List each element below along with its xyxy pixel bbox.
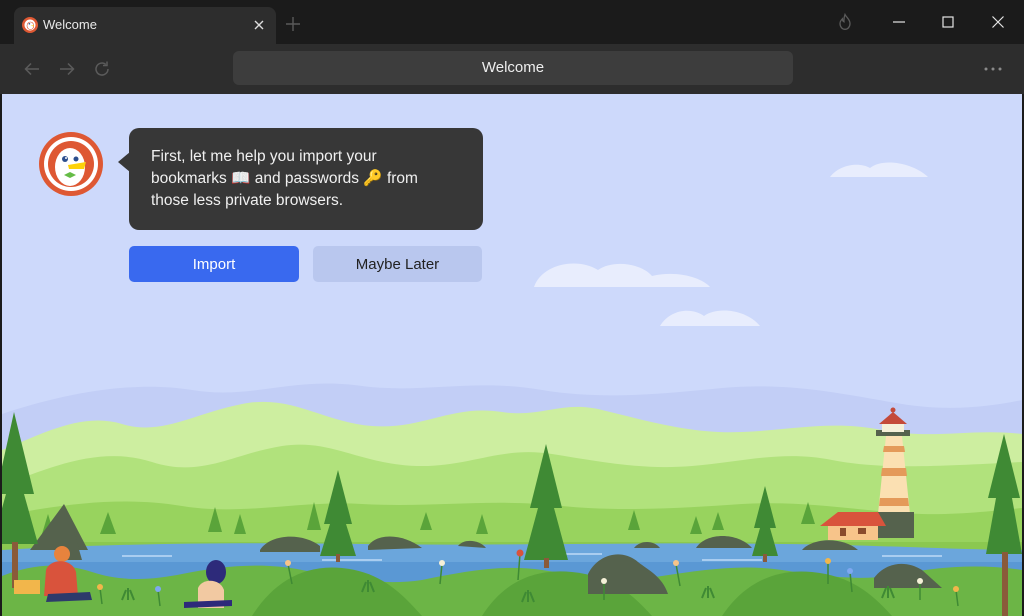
forward-arrow-icon[interactable] xyxy=(57,59,77,79)
minimize-icon[interactable] xyxy=(890,13,908,31)
book-icon: 📖 xyxy=(231,170,251,187)
close-window-icon[interactable] xyxy=(989,13,1007,31)
plus-icon[interactable] xyxy=(284,15,302,33)
toolbar: Welcome xyxy=(0,44,1024,94)
maximize-icon[interactable] xyxy=(939,13,957,31)
back-arrow-icon[interactable] xyxy=(22,59,42,79)
reload-icon[interactable] xyxy=(92,59,112,79)
message-bookmarks: bookmarks xyxy=(151,170,227,187)
fire-icon[interactable] xyxy=(836,13,854,31)
onboarding-message: First, let me help you import your bookm… xyxy=(129,128,483,230)
tab-title: Welcome xyxy=(43,17,97,32)
key-icon: 🔑 xyxy=(363,170,383,187)
message-line-1: First, let me help you import your xyxy=(151,148,377,165)
duckduckgo-logo-icon xyxy=(22,17,38,33)
maybe-later-button[interactable]: Maybe Later xyxy=(313,246,482,282)
message-line-3: those less private browsers. xyxy=(151,192,344,209)
address-bar[interactable]: Welcome xyxy=(233,51,793,85)
more-horizontal-icon[interactable] xyxy=(982,59,1004,79)
close-icon[interactable] xyxy=(250,16,268,34)
title-bar: Welcome xyxy=(0,0,1024,44)
message-text: First, let me help you import your bookm… xyxy=(151,146,471,212)
message-passwords: and passwords xyxy=(254,170,360,187)
import-button[interactable]: Import xyxy=(129,246,299,282)
tab-welcome[interactable]: Welcome xyxy=(14,7,276,44)
duckduckgo-logo xyxy=(39,132,103,196)
message-from: from xyxy=(386,170,418,187)
message-line-2: bookmarks 📖 and passwords 🔑 from xyxy=(151,168,471,190)
welcome-page: First, let me help you import your bookm… xyxy=(2,94,1022,616)
